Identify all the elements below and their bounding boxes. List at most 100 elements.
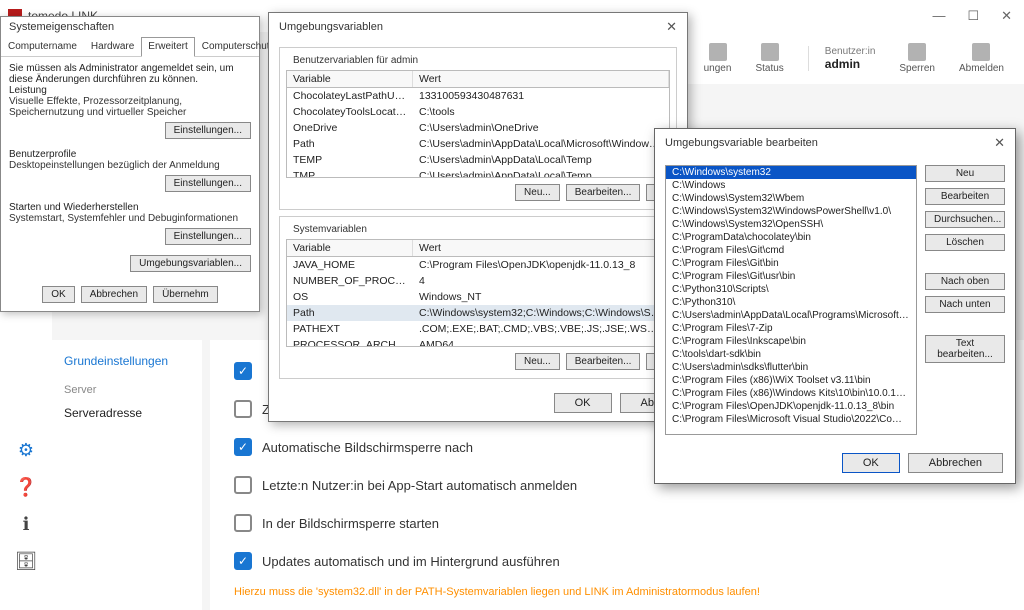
list-item[interactable]: C:\Program Files\Inkscape\bin: [666, 335, 916, 348]
list-item[interactable]: C:\Windows\System32\Wbem: [666, 192, 916, 205]
sysprops-cancel-button[interactable]: Abbrechen: [81, 286, 147, 303]
table-row[interactable]: PathC:\Windows\system32;C:\Windows;C:\Wi…: [287, 305, 669, 321]
profiles-label: Benutzerprofile: [9, 149, 251, 160]
label-lastuser: Letzte:n Nutzer:in bei App-Start automat…: [262, 478, 577, 493]
sidebar-grundeinstellungen[interactable]: Grundeinstellungen: [64, 348, 190, 374]
sidebar-server-label: Server: [64, 374, 190, 400]
list-item[interactable]: C:\Users\admin\AppData\Local\Programs\Mi…: [666, 309, 916, 322]
profiles-settings-button[interactable]: Einstellungen...: [165, 175, 251, 192]
env-sys-edit-button[interactable]: Bearbeiten...: [566, 353, 641, 370]
logout-icon: [972, 43, 990, 61]
path-cancel-button[interactable]: Abbrechen: [908, 453, 1003, 473]
table-row[interactable]: TMPC:\Users\admin\AppData\Local\Temp: [287, 168, 669, 178]
path-warning: Hierzu muss die 'system32.dll' in der PA…: [234, 580, 1000, 598]
list-item[interactable]: C:\ProgramData\chocolatey\bin: [666, 231, 916, 244]
path-ok-button[interactable]: OK: [842, 453, 900, 473]
env-close-icon[interactable]: ✕: [666, 19, 677, 35]
env-sys-list[interactable]: JAVA_HOMEC:\Program Files\OpenJDK\openjd…: [286, 257, 670, 347]
path-edit-button[interactable]: Bearbeiten: [925, 188, 1005, 205]
alerts-button[interactable]: ungen: [704, 43, 732, 74]
envvars-button[interactable]: Umgebungsvariablen...: [130, 255, 251, 272]
tab-computername[interactable]: Computername: [1, 37, 84, 56]
checkbox-z[interactable]: [234, 400, 252, 418]
status-button[interactable]: Status: [755, 43, 783, 74]
table-row[interactable]: PathC:\Users\admin\AppData\Local\Microso…: [287, 136, 669, 152]
list-item[interactable]: C:\Program Files\OpenJDK\openjdk-11.0.13…: [666, 400, 916, 413]
maximize-button[interactable]: ☐: [963, 6, 983, 26]
path-textedit-button[interactable]: Text bearbeiten...: [925, 335, 1005, 363]
top-strip: ungen Status Benutzer:in admin Sperren A…: [684, 32, 1024, 84]
settings-sidebar: Grundeinstellungen Server Serveradresse: [52, 340, 202, 610]
tab-hardware[interactable]: Hardware: [84, 37, 141, 56]
env-user-list[interactable]: ChocolateyLastPathUpdate1331005934304876…: [286, 88, 670, 178]
env-sys-new-button[interactable]: Neu...: [515, 353, 560, 370]
lock-button[interactable]: Sperren: [899, 43, 935, 74]
list-item[interactable]: C:\Program Files\7-Zip: [666, 322, 916, 335]
path-list[interactable]: C:\Windows\system32C:\WindowsC:\Windows\…: [665, 165, 917, 435]
list-item[interactable]: C:\Program Files\Microsoft Visual Studio…: [666, 413, 916, 426]
path-browse-button[interactable]: Durchsuchen...: [925, 211, 1005, 228]
checkbox-autoupdate[interactable]: ✓: [234, 552, 252, 570]
startup-settings-button[interactable]: Einstellungen...: [165, 228, 251, 245]
list-item[interactable]: C:\Python310\: [666, 296, 916, 309]
table-row[interactable]: OneDriveC:\Users\admin\OneDrive: [287, 120, 669, 136]
env-sys-label: Systemvariablen: [290, 224, 370, 235]
close-button[interactable]: ✕: [997, 6, 1016, 26]
sysprops-tabs: Computername Hardware Erweitert Computer…: [1, 37, 259, 57]
list-item[interactable]: C:\Program Files (x86)\Windows Kits\10\b…: [666, 387, 916, 400]
db-icon[interactable]: 🗄: [15, 551, 38, 572]
table-row[interactable]: JAVA_HOMEC:\Program Files\OpenJDK\openjd…: [287, 257, 669, 273]
table-row[interactable]: OSWindows_NT: [287, 289, 669, 305]
list-item[interactable]: C:\Windows\system32: [666, 166, 916, 179]
tab-erweitert[interactable]: Erweitert: [141, 37, 194, 57]
list-item[interactable]: C:\Windows\System32\OpenSSH\: [666, 218, 916, 231]
list-item[interactable]: C:\Windows: [666, 179, 916, 192]
dialog-edit-path: Umgebungsvariable bearbeiten ✕ C:\Window…: [654, 128, 1016, 484]
sidebar-serveradresse[interactable]: Serveradresse: [64, 400, 190, 426]
path-title: Umgebungsvariable bearbeiten: [665, 137, 818, 149]
path-delete-button[interactable]: Löschen: [925, 234, 1005, 251]
info-icon[interactable]: ℹ: [23, 514, 30, 535]
path-up-button[interactable]: Nach oben: [925, 273, 1005, 290]
checkbox-startinlock[interactable]: [234, 514, 252, 532]
sysprops-apply-button[interactable]: Übernehm: [153, 286, 218, 303]
list-item[interactable]: C:\Python310\Scripts\: [666, 283, 916, 296]
list-item[interactable]: C:\tools\dart-sdk\bin: [666, 348, 916, 361]
logout-button[interactable]: Abmelden: [959, 43, 1004, 74]
list-item[interactable]: C:\Windows\System32\WindowsPowerShell\v1…: [666, 205, 916, 218]
bars-icon: [761, 43, 779, 61]
minimize-button[interactable]: —: [928, 6, 949, 26]
lock-icon: [908, 43, 926, 61]
path-close-icon[interactable]: ✕: [994, 135, 1005, 151]
list-item[interactable]: C:\Program Files\Git\usr\bin: [666, 270, 916, 283]
gear-icon[interactable]: ⚙: [18, 440, 34, 461]
path-new-button[interactable]: Neu: [925, 165, 1005, 182]
list-item[interactable]: C:\Program Files\Git\cmd: [666, 244, 916, 257]
perf-settings-button[interactable]: Einstellungen...: [165, 122, 251, 139]
env-ok-button[interactable]: OK: [554, 393, 612, 413]
list-item[interactable]: C:\Users\admin\sdks\flutter\bin: [666, 361, 916, 374]
list-item[interactable]: C:\Program Files\Git\bin: [666, 257, 916, 270]
table-row[interactable]: PATHEXT.COM;.EXE;.BAT;.CMD;.VBS;.VBE;.JS…: [287, 321, 669, 337]
perf-label: Leistung: [9, 85, 251, 96]
path-down-button[interactable]: Nach unten: [925, 296, 1005, 313]
table-row[interactable]: PROCESSOR_ARCHITECTUREAMD64: [287, 337, 669, 347]
checkbox-lastuser[interactable]: [234, 476, 252, 494]
table-row[interactable]: ChocolateyLastPathUpdate1331005934304876…: [287, 88, 669, 104]
label-autoupdate: Updates automatisch und im Hintergrund a…: [262, 554, 560, 569]
admin-note: Sie müssen als Administrator angemeldet …: [9, 63, 251, 85]
env-user-new-button[interactable]: Neu...: [515, 184, 560, 201]
env-user-edit-button[interactable]: Bearbeiten...: [566, 184, 641, 201]
sysprops-ok-button[interactable]: OK: [42, 286, 74, 303]
table-row[interactable]: NUMBER_OF_PROCESSORS4: [287, 273, 669, 289]
sysprops-title: Systemeigenschaften: [1, 17, 259, 37]
help-icon[interactable]: ❓: [15, 477, 37, 498]
perf-desc: Visuelle Effekte, Prozessorzeitplanung, …: [9, 96, 251, 118]
table-row[interactable]: ChocolateyToolsLocationC:\tools: [287, 104, 669, 120]
list-item[interactable]: C:\Program Files (x86)\WiX Toolset v3.11…: [666, 374, 916, 387]
checkbox-autolock[interactable]: ✓: [234, 438, 252, 456]
table-row[interactable]: TEMPC:\Users\admin\AppData\Local\Temp: [287, 152, 669, 168]
env-user-label: Benutzervariablen für admin: [290, 55, 421, 66]
checkbox-row0[interactable]: ✓: [234, 362, 252, 380]
env-user-header: Variable Wert: [286, 70, 670, 88]
